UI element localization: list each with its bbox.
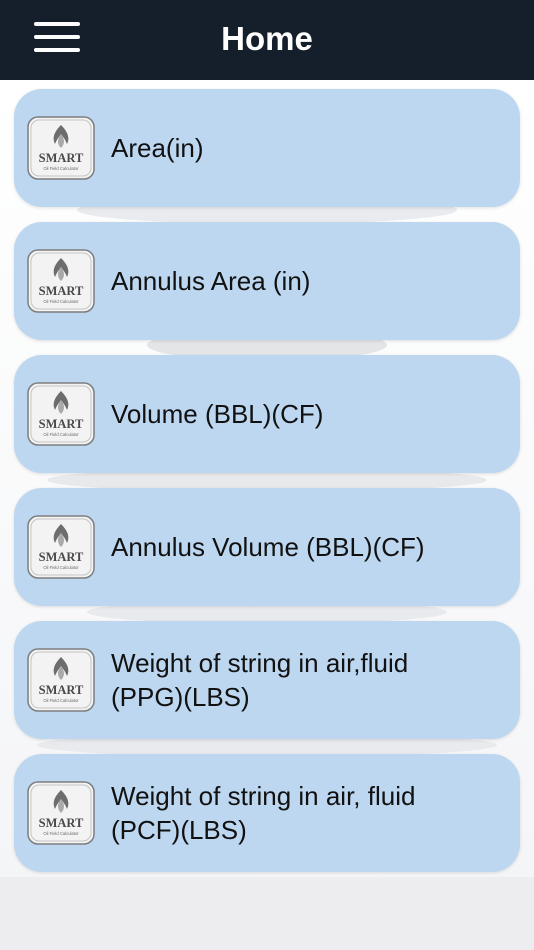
smart-logo-icon: SMART Oil Field Calculator <box>27 116 95 180</box>
list-item-label: Weight of string in air, fluid (PCF)(LBS… <box>111 781 416 845</box>
svg-text:SMART: SMART <box>39 151 84 165</box>
app-screen: Home SMART Oil Field Calculator Area(in)… <box>0 0 534 950</box>
list-item[interactable]: SMART Oil Field Calculator Weight of str… <box>14 621 520 739</box>
svg-text:Oil Field Calculator: Oil Field Calculator <box>43 299 79 304</box>
svg-text:SMART: SMART <box>39 417 84 431</box>
smart-logo-icon: SMART Oil Field Calculator <box>27 648 95 712</box>
navigation-bar: Home <box>0 0 534 80</box>
list-item[interactable]: SMART Oil Field Calculator Area(in) <box>14 89 520 207</box>
page-title: Home <box>221 20 313 57</box>
svg-text:Oil Field Calculator: Oil Field Calculator <box>43 698 79 703</box>
bottom-safe-area <box>0 877 534 950</box>
smart-logo-icon: SMART Oil Field Calculator <box>27 382 95 446</box>
svg-text:SMART: SMART <box>39 284 84 298</box>
svg-text:SMART: SMART <box>39 683 84 697</box>
list-item[interactable]: SMART Oil Field Calculator Annulus Volum… <box>14 488 520 606</box>
svg-text:Oil Field Calculator: Oil Field Calculator <box>43 432 79 437</box>
svg-text:SMART: SMART <box>39 550 84 564</box>
list-item[interactable]: SMART Oil Field Calculator Weight of str… <box>14 754 520 872</box>
list-item-label: Weight of string in air,fluid (PPG)(LBS) <box>111 648 409 712</box>
svg-text:Oil Field Calculator: Oil Field Calculator <box>43 565 79 570</box>
svg-text:Oil Field Calculator: Oil Field Calculator <box>43 831 79 836</box>
list-item[interactable]: SMART Oil Field Calculator Volume (BBL)(… <box>14 355 520 473</box>
list-item[interactable]: SMART Oil Field Calculator Annulus Area … <box>14 222 520 340</box>
list-item-label: Annulus Area (in) <box>111 266 311 296</box>
smart-logo-icon: SMART Oil Field Calculator <box>27 249 95 313</box>
svg-text:SMART: SMART <box>39 816 84 830</box>
list-item-label: Volume (BBL)(CF) <box>111 399 324 429</box>
list-item-label: Annulus Volume (BBL)(CF) <box>111 532 425 562</box>
svg-text:Oil Field Calculator: Oil Field Calculator <box>43 166 79 171</box>
list-item-label: Area(in) <box>111 133 204 163</box>
smart-logo-icon: SMART Oil Field Calculator <box>27 515 95 579</box>
main-content[interactable]: SMART Oil Field Calculator Area(in) SMAR… <box>0 80 534 877</box>
smart-logo-icon: SMART Oil Field Calculator <box>27 781 95 845</box>
